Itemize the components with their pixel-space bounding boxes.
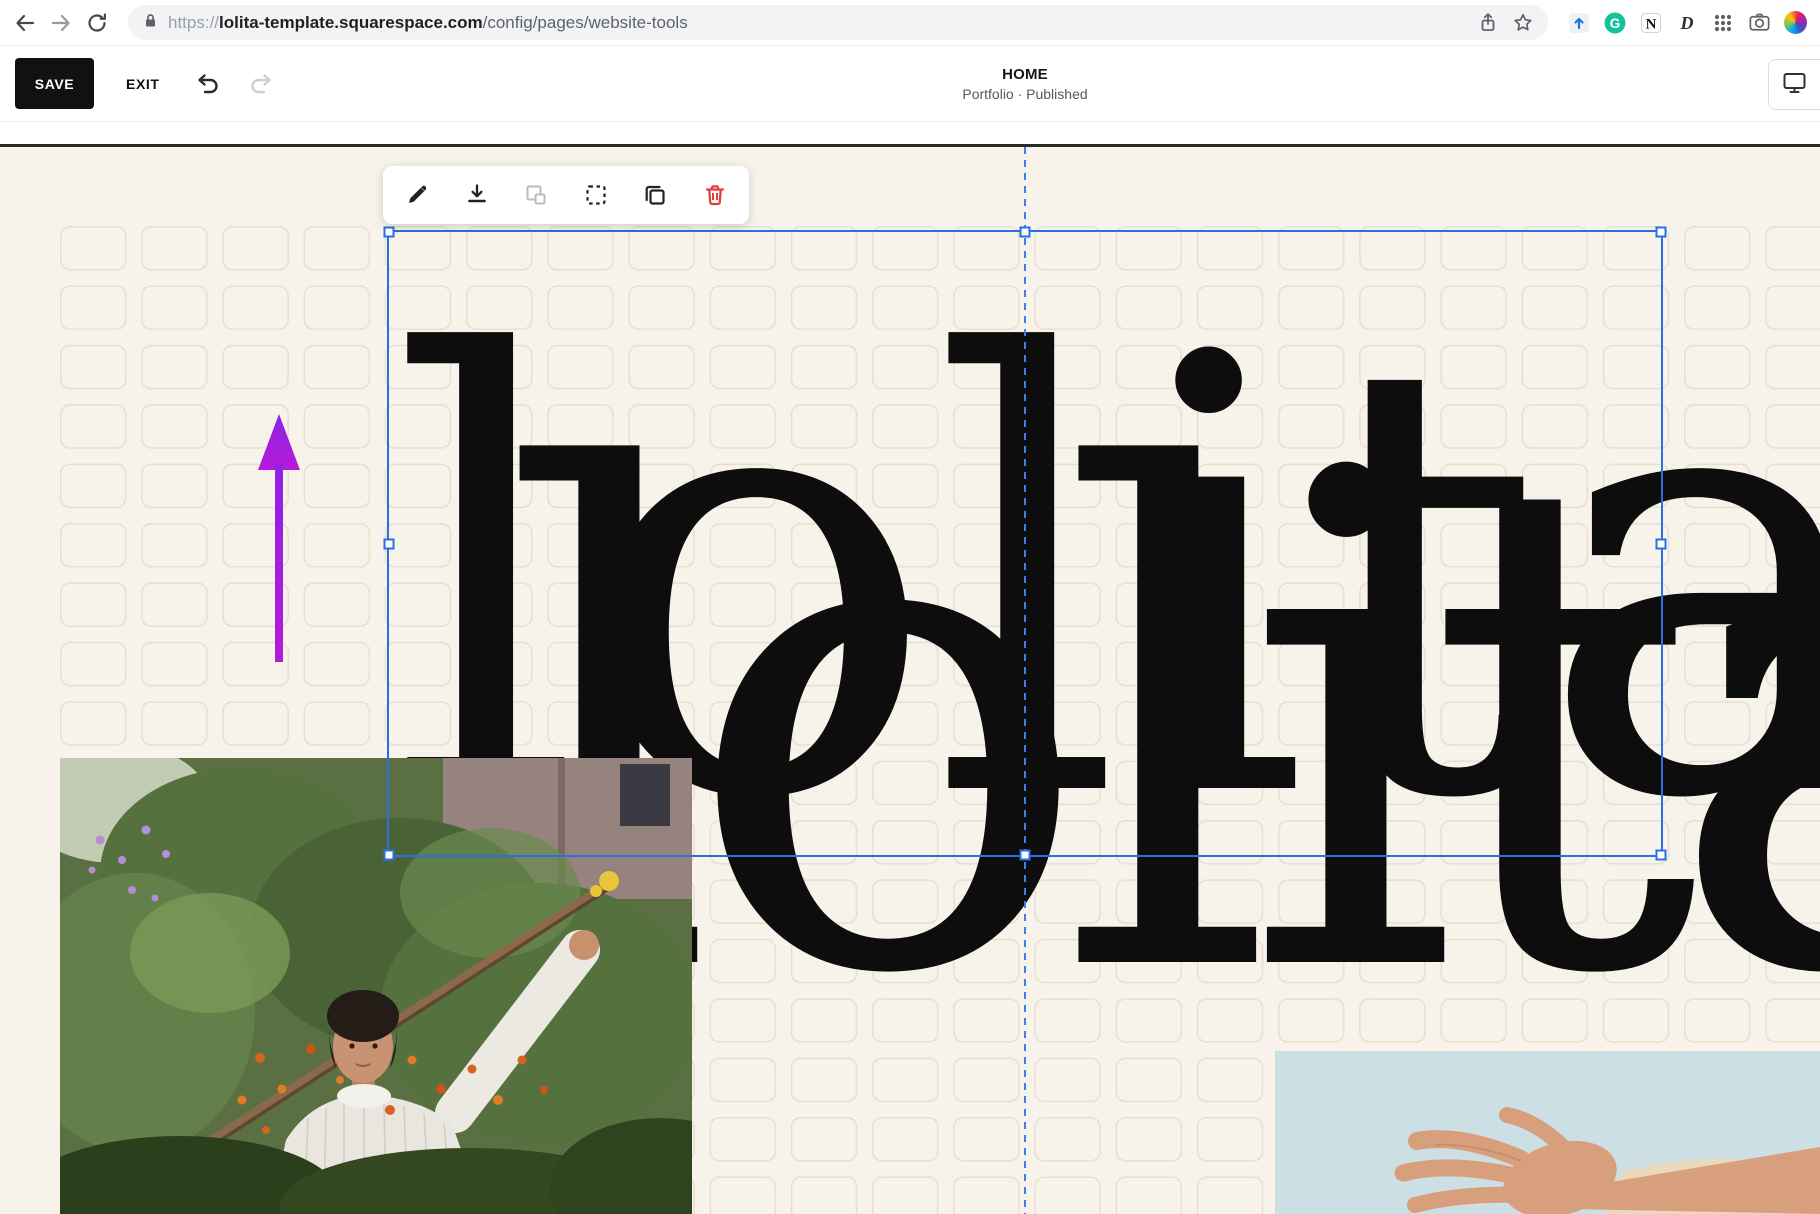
extension-up-arrow-icon[interactable] xyxy=(1566,10,1592,36)
bookmark-star-icon[interactable] xyxy=(1510,10,1536,36)
page-indicator[interactable]: HOME Portfolio · Published xyxy=(962,66,1087,102)
browser-chrome: https://lolita-template.squarespace.com/… xyxy=(0,0,1820,46)
editor-toolbar: SAVE EXIT HOME Portfolio · Published xyxy=(0,46,1820,122)
extension-colorful-icon[interactable] xyxy=(1782,10,1808,36)
svg-text:G: G xyxy=(1610,16,1621,31)
annotation-arrow-up xyxy=(258,414,300,662)
reload-icon[interactable] xyxy=(84,10,110,36)
hand-sky-photo[interactable] xyxy=(1275,1051,1820,1214)
block-toolbar xyxy=(383,166,749,224)
resize-handle-top-middle[interactable] xyxy=(1019,226,1031,238)
marquee-select-icon[interactable] xyxy=(582,181,610,209)
block-selection-box[interactable] xyxy=(383,226,1667,861)
browser-window: https://lolita-template.squarespace.com/… xyxy=(0,0,1820,1214)
resize-handle-bottom-right[interactable] xyxy=(1655,849,1667,861)
device-preview-monitor-icon xyxy=(1781,69,1808,101)
edit-pencil-icon[interactable] xyxy=(403,181,431,209)
download-icon[interactable] xyxy=(463,181,491,209)
crop-frame-icon[interactable] xyxy=(522,181,550,209)
camera-icon[interactable] xyxy=(1746,10,1772,36)
extension-d-icon[interactable]: D xyxy=(1674,10,1700,36)
lock-icon xyxy=(142,12,159,34)
page-status: Portfolio · Published xyxy=(962,85,1088,102)
editor-canvas: lolita lolita xyxy=(0,147,1820,1214)
url-text: https://lolita-template.squarespace.com/… xyxy=(168,12,688,32)
canvas-top-gap xyxy=(0,122,1820,144)
resize-handle-top-left[interactable] xyxy=(383,226,395,238)
extension-notion-icon[interactable]: N xyxy=(1638,10,1664,36)
save-button[interactable]: SAVE xyxy=(15,58,94,109)
exit-button[interactable]: EXIT xyxy=(112,66,174,102)
resize-handle-top-right[interactable] xyxy=(1655,226,1667,238)
extension-grammarly-icon[interactable]: G xyxy=(1602,10,1628,36)
url-bar[interactable]: https://lolita-template.squarespace.com/… xyxy=(128,5,1548,40)
hand-photo-illustration xyxy=(1275,1051,1820,1214)
redo-icon[interactable] xyxy=(244,67,278,101)
share-icon[interactable] xyxy=(1475,10,1501,36)
duplicate-icon[interactable] xyxy=(641,181,669,209)
resize-handle-bottom-left[interactable] xyxy=(383,849,395,861)
resize-handle-middle-right[interactable] xyxy=(1655,538,1667,549)
back-arrow-icon[interactable] xyxy=(12,10,38,36)
forward-arrow-icon[interactable] xyxy=(48,10,74,36)
undo-icon[interactable] xyxy=(192,67,226,101)
page-title: HOME xyxy=(1002,65,1048,83)
device-preview-button[interactable] xyxy=(1768,59,1820,110)
svg-text:D: D xyxy=(1680,13,1694,33)
resize-handle-bottom-middle[interactable] xyxy=(1019,849,1031,861)
trash-icon[interactable] xyxy=(701,181,729,209)
resize-handle-middle-left[interactable] xyxy=(383,538,395,549)
google-apps-grid-icon[interactable] xyxy=(1710,10,1736,36)
svg-text:N: N xyxy=(1646,16,1657,32)
